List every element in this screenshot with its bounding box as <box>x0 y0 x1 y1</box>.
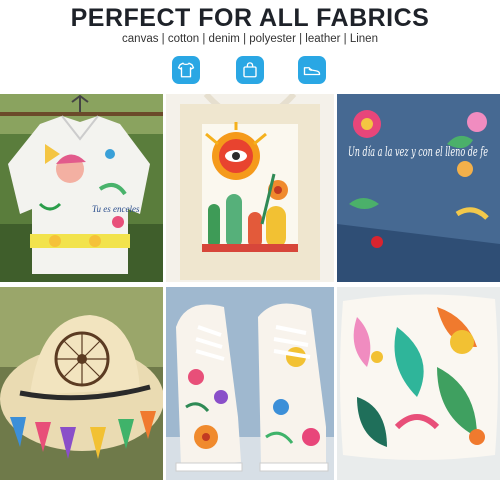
shirt-text: Tu es enceles <box>92 204 140 214</box>
tshirt-icon <box>172 56 200 84</box>
painted-hat-image <box>0 287 163 480</box>
fabric-list: canvas | cotton | denim | polyester | le… <box>122 33 378 45</box>
shopping-bag-icon <box>236 56 264 84</box>
painted-tote-image <box>166 94 334 282</box>
painted-shirt-image: Tu es enceles <box>0 94 163 282</box>
fabric-icons <box>0 56 500 86</box>
painted-shoes-image <box>166 287 334 480</box>
painted-pillow-image <box>337 287 500 480</box>
jacket-lettering: Un día a la vez y con el lleno de fe <box>348 145 488 160</box>
painted-jacket-image: Un día a la vez y con el lleno de fe <box>337 94 500 282</box>
page-title: PERFECT FOR ALL FABRICS <box>70 4 430 32</box>
sneaker-icon <box>298 56 326 84</box>
